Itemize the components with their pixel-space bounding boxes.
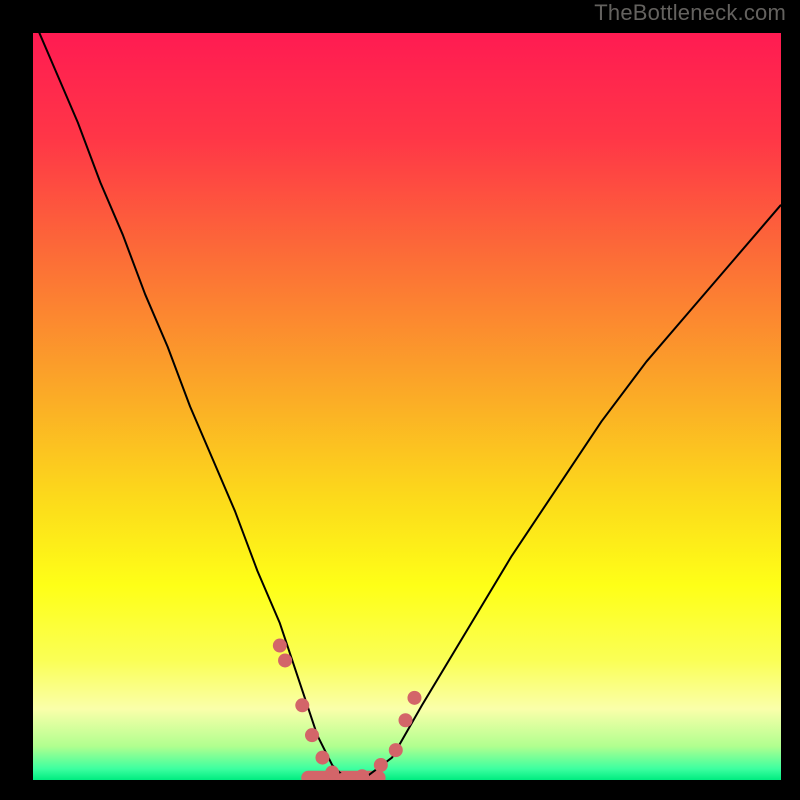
plot-area (33, 33, 781, 780)
marker-inrange-markers (374, 758, 388, 772)
chart-frame: TheBottleneck.com (0, 0, 800, 800)
marker-inrange-markers (273, 639, 287, 653)
watermark-text: TheBottleneck.com (594, 0, 786, 26)
marker-inrange-markers (295, 698, 309, 712)
marker-inrange-markers (315, 751, 329, 765)
marker-inrange-markers (278, 653, 292, 667)
marker-inrange-markers (389, 743, 403, 757)
marker-inrange-markers (305, 728, 319, 742)
chart-svg (33, 33, 781, 780)
gradient-background (33, 33, 781, 780)
marker-inrange-markers (399, 713, 413, 727)
marker-inrange-markers (407, 691, 421, 705)
